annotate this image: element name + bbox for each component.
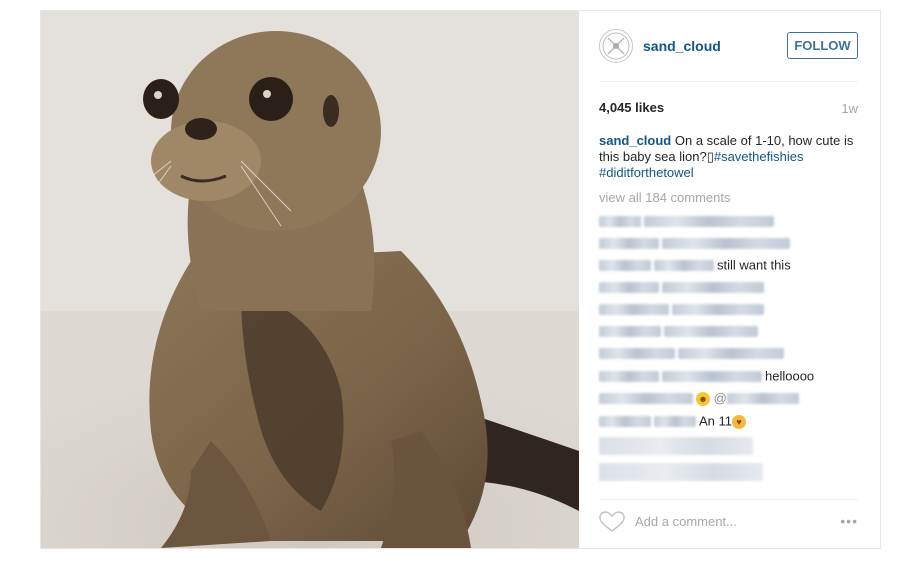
add-comment-input[interactable] — [635, 514, 815, 529]
caption: sand_cloud On a scale of 1-10, how cute … — [599, 133, 859, 181]
comment-11 — [599, 437, 756, 459]
blurred-username — [599, 238, 659, 250]
blurred-username — [599, 371, 659, 383]
comment-text: helloooo — [765, 368, 815, 384]
comment-1 — [599, 214, 777, 228]
blurred-username — [599, 326, 661, 338]
comment-3: still want this — [599, 258, 791, 272]
blurred-username — [599, 260, 651, 272]
blurred-username — [599, 282, 659, 294]
view-all-comments-link[interactable]: view all 184 comments — [599, 190, 731, 205]
blurred-username — [599, 216, 641, 228]
sea-lion-image — [41, 11, 579, 548]
likes-count[interactable]: 4,045 likes — [599, 100, 664, 115]
blurred-text — [662, 282, 764, 294]
blurred-text — [644, 216, 774, 228]
blurred-text — [678, 348, 784, 360]
blurred-text — [654, 416, 696, 428]
comment-5 — [599, 302, 767, 316]
blurred-text — [654, 260, 714, 272]
comment-8: helloooo — [599, 369, 814, 383]
post-header: sand_cloud FOLLOW — [599, 29, 858, 82]
username-link[interactable]: sand_cloud — [643, 38, 721, 54]
comment-4 — [599, 280, 767, 294]
post-time[interactable]: 1w — [841, 101, 858, 116]
logo-icon — [602, 32, 630, 60]
heart-icon[interactable] — [599, 511, 625, 533]
comment-9: ☻ @ — [599, 390, 802, 406]
heart-eyes-emoji-icon: ♥ — [732, 414, 747, 429]
blurred-text — [662, 238, 790, 250]
smile-emoji-icon: ☻ — [696, 391, 710, 406]
comment-7 — [599, 346, 787, 360]
comment-text: An 11 — [699, 413, 733, 429]
mention-text: @ — [713, 390, 727, 406]
more-options-icon[interactable]: ••• — [840, 513, 858, 529]
comment-2 — [599, 236, 793, 250]
post-footer: ••• — [599, 499, 858, 536]
comment-10: An 11 ♥ — [599, 413, 747, 429]
blurred-username — [599, 393, 693, 405]
hashtag-diditforthetowel[interactable]: #diditforthetowel — [599, 165, 694, 180]
follow-button[interactable]: FOLLOW — [787, 32, 858, 59]
post-sidebar: sand_cloud FOLLOW 4,045 likes 1w sand_cl… — [579, 11, 880, 548]
blurred-text — [599, 463, 763, 481]
avatar[interactable] — [599, 29, 633, 63]
comment-text: still want this — [717, 257, 791, 273]
hashtag-savethefishies[interactable]: #savethefishies — [714, 149, 804, 164]
comment-6 — [599, 324, 761, 338]
blurred-text — [664, 326, 758, 338]
post-card: sand_cloud FOLLOW 4,045 likes 1w sand_cl… — [40, 10, 881, 549]
blurred-mention — [726, 393, 799, 405]
blurred-text — [672, 304, 764, 316]
blurred-username — [599, 416, 651, 428]
comment-12 — [599, 463, 766, 485]
blurred-username — [599, 348, 675, 360]
blurred-text — [662, 371, 762, 383]
blurred-text — [599, 437, 753, 455]
caption-username[interactable]: sand_cloud — [599, 133, 671, 148]
blurred-username — [599, 304, 669, 316]
caption-glyph: ▯ — [706, 149, 714, 164]
post-photo[interactable] — [41, 11, 579, 548]
